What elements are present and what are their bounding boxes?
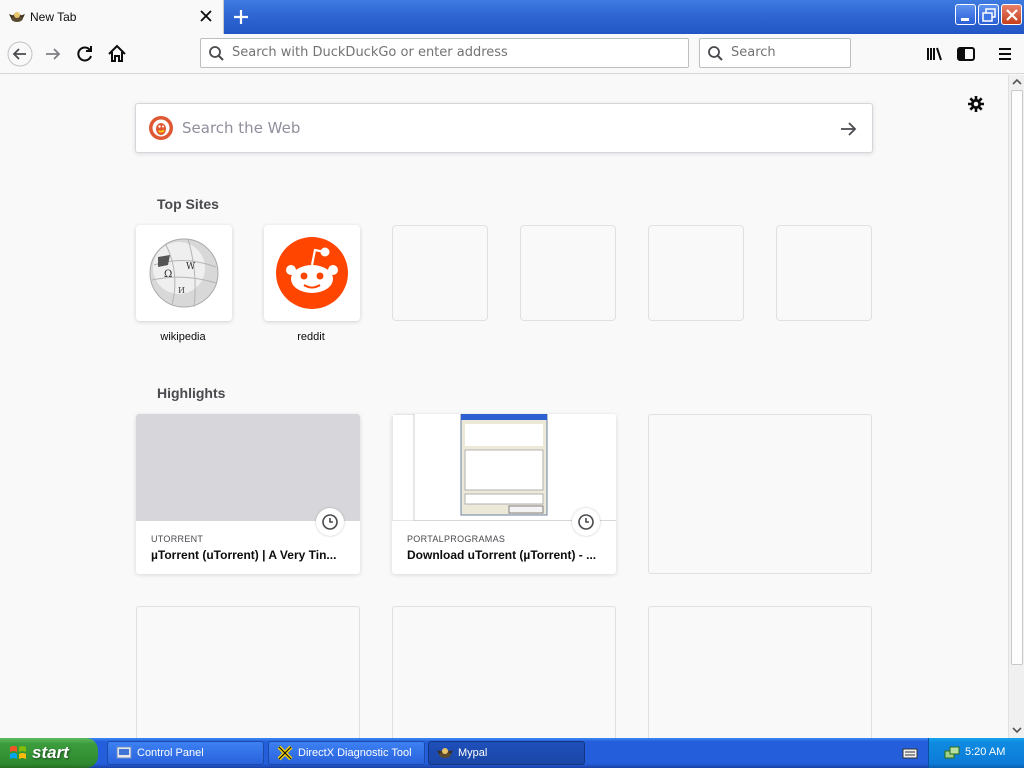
start-button[interactable]: start [0,738,98,768]
taskbar-item-control-panel[interactable]: Control Panel [107,741,264,765]
wikipedia-globe-icon: Ω W И [149,238,219,308]
highlight-card[interactable]: UTORRENT µTorrent (uTorrent) | A Very Ti… [136,414,360,574]
directx-icon [277,745,293,761]
navigation-toolbar [0,34,1024,74]
search-input[interactable] [731,45,846,60]
mypal-logo-icon [9,12,25,22]
top-site-tile-wikipedia[interactable]: Ω W И [136,225,232,321]
taskbar: start Control Panel DirectX Diagnostic T… [0,738,1024,768]
vertical-scrollbar[interactable] [1008,75,1024,738]
scroll-down-arrow-icon[interactable] [1009,723,1024,737]
restore-button[interactable] [978,4,999,25]
scroll-up-arrow-icon[interactable] [1009,75,1024,89]
highlight-card-empty [648,414,872,574]
card-thumbnail [392,414,616,522]
close-window-button[interactable] [1001,4,1022,25]
screenshot-thumbnail-image [392,414,548,522]
svg-text:Ω: Ω [164,269,172,280]
web-search-input[interactable] [182,119,822,137]
mypal-logo-icon [437,748,453,758]
new-tab-plus-icon[interactable] [230,6,252,28]
svg-text:W: W [186,262,196,272]
highlight-card-empty [648,606,872,738]
highlights-heading: Highlights [157,385,226,401]
taskbar-item-label: Control Panel [137,747,204,759]
top-site-tile-empty[interactable] [776,225,872,321]
taskbar-item-mypal[interactable]: Mypal [428,741,585,765]
search-icon [209,46,224,61]
windows-logo-icon [10,746,26,759]
highlight-card-empty [136,606,360,738]
close-tab-icon[interactable] [199,9,213,23]
top-site-tile-empty[interactable] [520,225,616,321]
minimize-icon [961,18,969,21]
address-bar[interactable] [200,38,689,68]
highlight-card-empty [392,606,616,738]
top-sites-heading: Top Sites [157,196,219,212]
tab-title: New Tab [30,10,77,24]
network-icon[interactable] [944,745,960,761]
top-site-tile-empty[interactable] [648,225,744,321]
minimize-button[interactable] [955,4,976,25]
card-hostname: UTORRENT [151,534,204,544]
close-icon [1006,9,1018,21]
arrow-right-icon[interactable] [838,119,858,139]
new-tab-page: Top Sites Ω W И wikipedia reddit Hi [0,75,1008,738]
taskbar-item-directx[interactable]: DirectX Diagnostic Tool [268,741,425,765]
sidebar-toggle-icon[interactable] [953,41,979,67]
top-site-tile-reddit[interactable] [264,225,360,321]
highlight-card[interactable]: PORTALPROGRAMAS Download uTorrent (µTorr… [392,414,616,574]
url-input[interactable] [232,45,682,60]
history-clock-icon [572,508,600,536]
top-site-label[interactable]: reddit [263,331,359,343]
taskbar-clock[interactable]: 5:20 AM [965,746,1005,758]
back-button-icon[interactable] [7,41,33,67]
keyboard-icon[interactable] [902,745,918,761]
svg-text:И: И [178,286,185,295]
card-title: µTorrent (uTorrent) | A Very Tin... [151,548,337,562]
taskbar-item-label: Mypal [458,747,488,759]
top-site-tile-empty[interactable] [392,225,488,321]
card-thumbnail [136,414,360,521]
library-icon[interactable] [922,41,948,67]
tab-new-tab[interactable]: New Tab [0,0,224,34]
restore-icon [982,8,996,22]
search-bar[interactable] [699,38,851,68]
home-icon[interactable] [104,41,130,67]
history-clock-icon [316,508,344,536]
title-bar: New Tab [0,0,1024,34]
hamburger-menu-icon[interactable] [992,41,1018,67]
reload-icon[interactable] [72,41,98,67]
top-site-label[interactable]: wikipedia [135,331,231,343]
gear-icon[interactable] [966,94,986,114]
search-icon [708,46,723,61]
start-label: start [32,743,69,762]
control-panel-icon [116,746,132,759]
card-hostname: PORTALPROGRAMAS [407,534,506,544]
card-title: Download uTorrent (µTorrent) - ... [407,548,597,562]
reddit-alien-icon [276,237,348,309]
forward-icon[interactable] [40,41,66,67]
duckduckgo-logo-icon [149,116,173,140]
scrollbar-thumb[interactable] [1011,90,1023,665]
web-search-box[interactable] [135,103,873,153]
taskbar-item-label: DirectX Diagnostic Tool [298,747,412,759]
